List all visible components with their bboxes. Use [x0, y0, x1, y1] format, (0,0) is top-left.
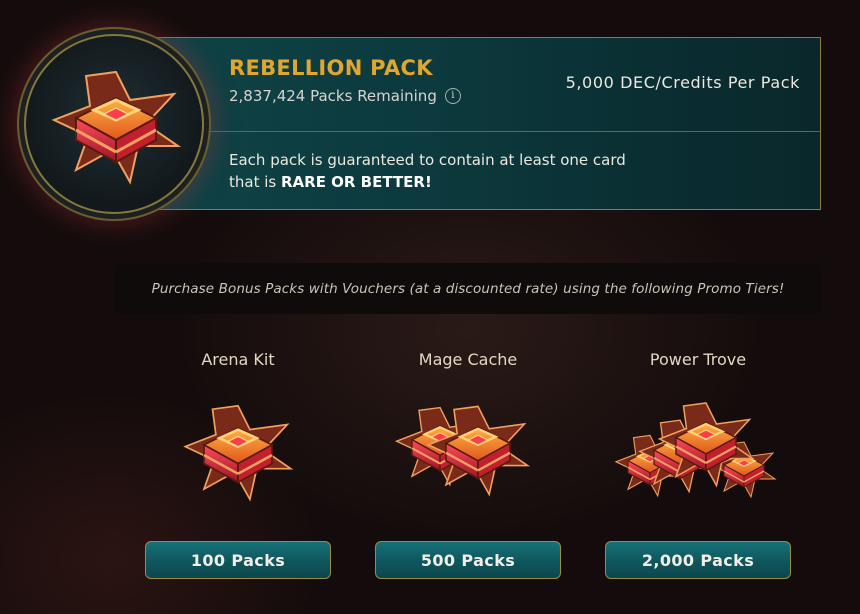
tier-arena-kit: Arena Kit 100 Packs [143, 350, 333, 579]
info-icon[interactable]: i [444, 88, 461, 104]
packs-remaining: 2,837,424 Packs Remaining i [229, 87, 461, 105]
buy-2000-packs-button[interactable]: 2,000 Packs [605, 541, 791, 579]
guarantee-rarity: RARE OR BETTER! [280, 173, 432, 191]
promo-bar: Purchase Bonus Packs with Vouchers (at a… [115, 263, 821, 314]
pack-title: REBELLION PACK [229, 56, 433, 80]
packs-remaining-label: 2,837,424 Packs Remaining [229, 87, 437, 105]
tier-name: Mage Cache [418, 350, 518, 369]
banner-divider [101, 131, 820, 132]
tier-name: Power Trove [649, 350, 747, 369]
tier-power-trove: Power Trove 2,000 Packs [603, 350, 793, 579]
pack-price: 5,000 DEC/Credits Per Pack [565, 73, 800, 92]
rebellion-pack-chest-icon [52, 70, 180, 184]
pack-banner: REBELLION PACK 2,837,424 Packs Remaining… [100, 37, 821, 210]
tier-name: Arena Kit [201, 350, 275, 369]
double-chest-icon [395, 405, 529, 496]
tier-mage-cache: Mage Cache 500 Packs [373, 350, 563, 579]
pack-guarantee: Each pack is guaranteed to contain at le… [229, 149, 649, 193]
single-chest-icon [184, 404, 292, 501]
chest-pile-icon [615, 401, 776, 498]
pack-medallion [24, 34, 204, 214]
buy-500-packs-button[interactable]: 500 Packs [375, 541, 561, 579]
promo-text: Purchase Bonus Packs with Vouchers (at a… [151, 280, 785, 297]
buy-100-packs-button[interactable]: 100 Packs [145, 541, 331, 579]
